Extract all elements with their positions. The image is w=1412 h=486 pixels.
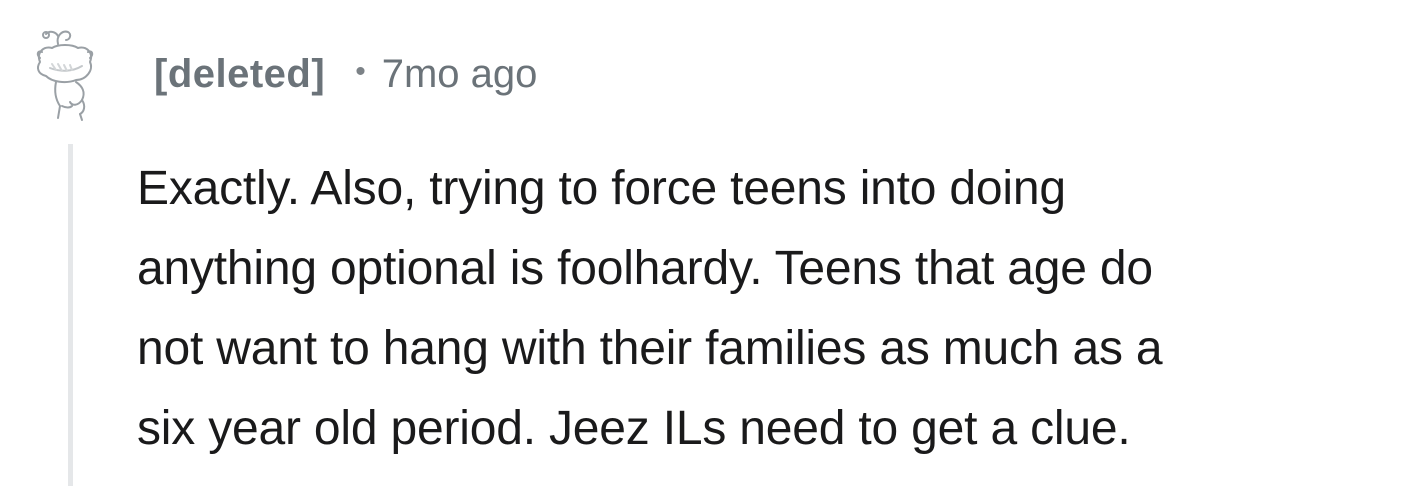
- comment-body-line: not want to hang with their families as …: [137, 322, 1163, 375]
- snoo-sketch-icon: [36, 30, 94, 121]
- comment-body: Exactly. Also, trying to force teens int…: [137, 149, 1399, 469]
- comment-timestamp[interactable]: 7mo ago: [382, 52, 538, 97]
- comment-body-line: Exactly. Also, trying to force teens int…: [137, 162, 1066, 215]
- author-name[interactable]: [deleted]: [154, 52, 325, 97]
- user-avatar[interactable]: [32, 22, 112, 122]
- thread-collapse-line[interactable]: [68, 144, 73, 486]
- comment-body-line: six year old period. Jeez ILs need to ge…: [137, 402, 1131, 455]
- meta-separator: •: [355, 55, 366, 88]
- comment-body-line: anything optional is foolhardy. Teens th…: [137, 242, 1153, 295]
- comment-card: [deleted] • 7mo ago Exactly. Also, tryin…: [0, 0, 1412, 486]
- comment-header: [deleted] • 7mo ago: [154, 46, 537, 102]
